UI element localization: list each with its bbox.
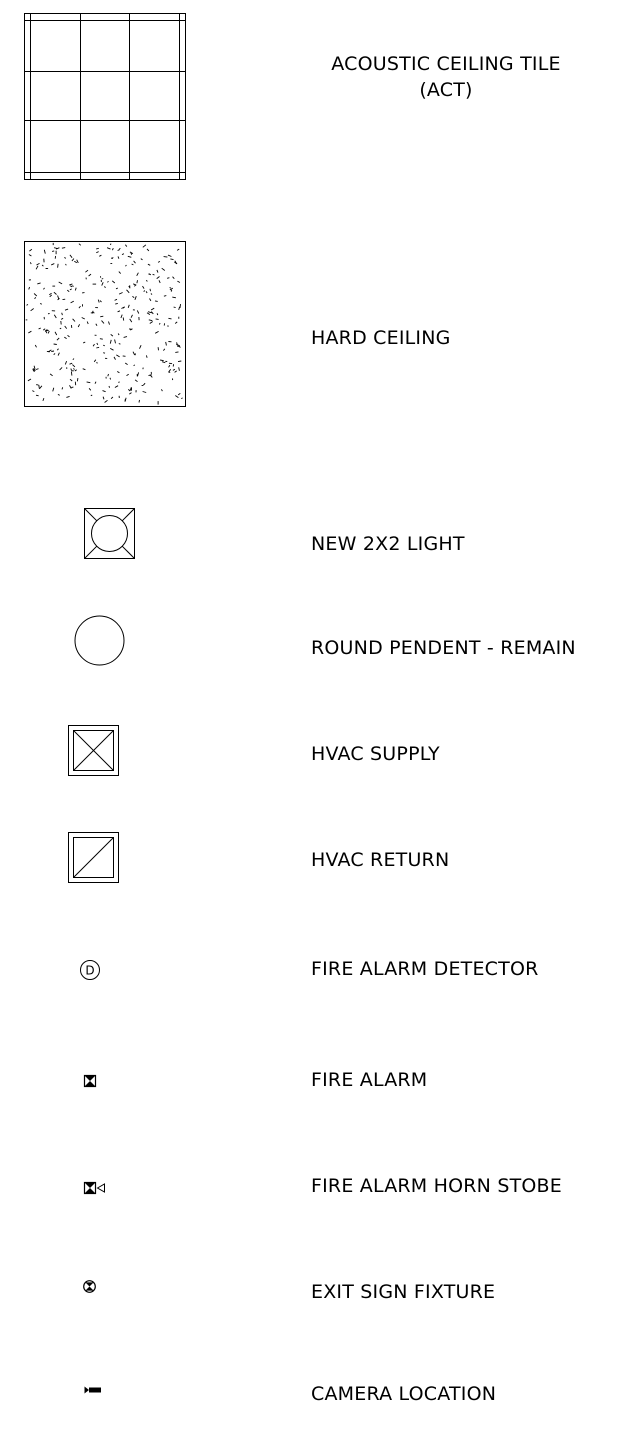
acoustic-ceiling-tile-icon xyxy=(24,13,186,180)
fire-alarm-icon xyxy=(83,1074,97,1088)
camera-location-icon xyxy=(84,1386,101,1394)
exit-sign-fixture-icon xyxy=(83,1280,96,1293)
act-label-line-1: ACOUSTIC CEILING TILE xyxy=(331,53,561,75)
supply-label: HVAC SUPPLY xyxy=(311,743,440,765)
2x2-light-icon xyxy=(84,508,135,559)
detector-label: FIRE ALARM DETECTOR xyxy=(311,958,539,980)
hvac-supply-icon xyxy=(68,725,119,776)
fire-alarm-detector-icon: D xyxy=(80,960,100,980)
round-pendent-icon xyxy=(74,615,125,666)
alarm-label: FIRE ALARM xyxy=(311,1069,428,1091)
horn-label: FIRE ALARM HORN STOBE xyxy=(311,1175,562,1197)
fire-alarm-horn-strobe-icon xyxy=(83,1181,105,1195)
exit-label: EXIT SIGN FIXTURE xyxy=(311,1281,496,1303)
pendent-label: ROUND PENDENT - REMAIN xyxy=(311,637,576,659)
camera-label: CAMERA LOCATION xyxy=(311,1383,497,1405)
hard-ceiling-icon xyxy=(24,241,186,407)
act-label-line-2: (ACT) xyxy=(419,79,473,101)
light-label: NEW 2X2 LIGHT xyxy=(311,533,465,555)
return-label: HVAC RETURN xyxy=(311,849,450,871)
ceiling-legend: { "legend": [ {"id": "act", "symbol": "a… xyxy=(0,0,622,1431)
hvac-return-icon xyxy=(68,832,119,883)
hard-ceiling-label: HARD CEILING xyxy=(311,327,451,349)
act-label: ACOUSTIC CEILING TILE (ACT) xyxy=(311,51,581,103)
detector-glyph: D xyxy=(85,964,94,978)
